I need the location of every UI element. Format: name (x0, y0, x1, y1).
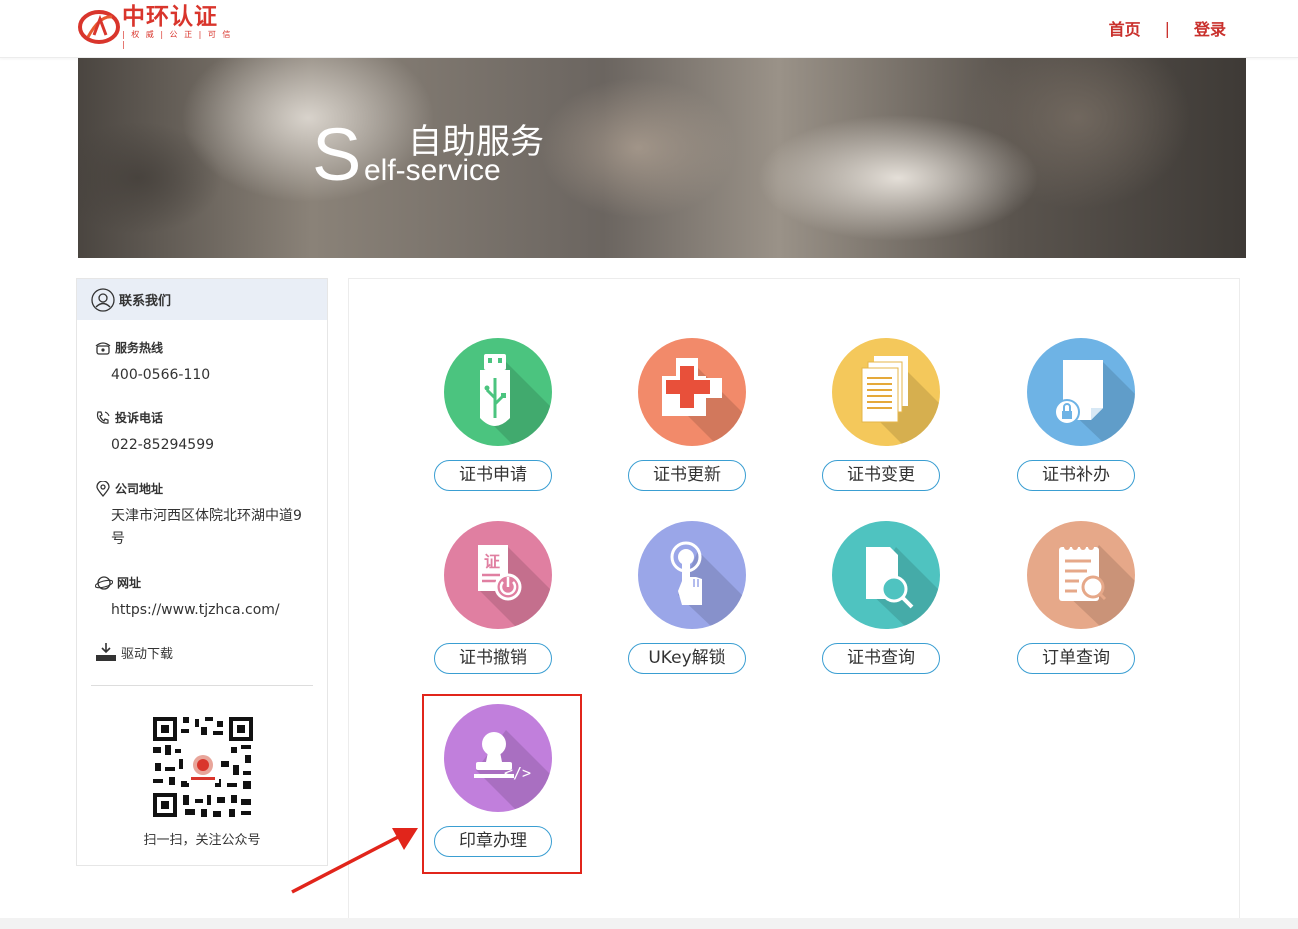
contact-sidebar: 联系我们 服务热线 400-0566-110 投诉电话 022-85294599 (76, 278, 328, 866)
cert-renew-button[interactable]: 证书更新 (628, 460, 746, 491)
cert-change-button[interactable]: 证书变更 (822, 460, 940, 491)
service-cert-apply[interactable]: 证书申请 (420, 338, 560, 508)
sidebar-title: 联系我们 (119, 294, 172, 309)
cert-apply-button[interactable]: 证书申请 (434, 460, 552, 491)
cert-revoke-icon[interactable]: 证 (444, 521, 552, 629)
documents-icon[interactable] (832, 338, 940, 446)
cert-query-button[interactable]: 证书查询 (822, 643, 940, 674)
nav-home-link[interactable]: 首页 (1109, 16, 1141, 40)
top-nav: 首页 | 登录 (1109, 16, 1226, 40)
locked-document-icon[interactable] (1027, 338, 1135, 446)
driver-download-label: 驱动下载 (121, 646, 174, 662)
complaint-value: 022-85294599 (111, 437, 215, 453)
call-icon (96, 410, 110, 424)
order-query-button[interactable]: 订单查询 (1017, 643, 1135, 674)
ukey-unlock-button[interactable]: UKey解锁 (628, 643, 746, 674)
cert-renew-icon[interactable] (638, 338, 746, 446)
nav-login-link[interactable]: 登录 (1194, 16, 1226, 40)
phone-icon (95, 341, 111, 355)
banner-title-s: S (312, 113, 362, 196)
document-search-icon[interactable] (832, 521, 940, 629)
location-icon (96, 480, 110, 497)
wechat-qr-code (151, 715, 255, 819)
driver-download-link[interactable]: 驱动下载 (95, 642, 173, 662)
complaint-block: 投诉电话 022-85294599 (95, 409, 311, 457)
address-block: 公司地址 天津市河西区体院北环湖中道9号 (95, 480, 311, 551)
hotline-value: 400-0566-110 (111, 367, 211, 383)
service-order-query[interactable]: 订单查询 (1003, 521, 1143, 691)
customer-service-icon (91, 287, 115, 312)
logo-name: 中环认证 (122, 4, 218, 30)
cert-revoke-button[interactable]: 证书撤销 (434, 643, 552, 674)
cert-reissue-button[interactable]: 证书补办 (1017, 460, 1135, 491)
globe-icon (95, 575, 113, 590)
company-logo[interactable]: 中环认证 | 权 威 | 公 正 | 可 信 | (78, 4, 238, 49)
sidebar-header: 联系我们 (77, 279, 327, 320)
address-label: 公司地址 (115, 482, 164, 496)
website-link[interactable]: https://www.tjzhca.com/ (111, 599, 311, 622)
footer-strip (0, 918, 1298, 929)
website-block: 网址 https://www.tjzhca.com/ (95, 574, 311, 622)
address-value: 天津市河西区体院北环湖中道9号 (111, 508, 302, 547)
service-cert-query[interactable]: 证书查询 (808, 521, 948, 691)
download-icon (96, 643, 116, 661)
banner-title-en: elf-service (364, 154, 501, 187)
complaint-label: 投诉电话 (115, 411, 164, 425)
svg-text:证: 证 (484, 552, 500, 571)
highlight-box (422, 694, 582, 874)
website-label: 网址 (117, 576, 142, 590)
logo-slogan: | 权 威 | 公 正 | 可 信 | (122, 30, 233, 49)
touch-unlock-icon[interactable] (638, 521, 746, 629)
service-cert-reissue[interactable]: 证书补办 (1003, 338, 1143, 508)
service-ukey-unlock[interactable]: UKey解锁 (614, 521, 754, 691)
nav-separator: | (1164, 18, 1170, 38)
service-cert-renew[interactable]: 证书更新 (614, 338, 754, 508)
service-cert-change[interactable]: 证书变更 (808, 338, 948, 508)
sidebar-divider (91, 685, 313, 686)
top-navigation-bar: 中环认证 | 权 威 | 公 正 | 可 信 | 首页 | 登录 (0, 0, 1298, 58)
hotline-block: 服务热线 400-0566-110 (95, 339, 311, 387)
logo-icon (78, 7, 122, 47)
self-service-banner: S 自助服务 elf-service (78, 58, 1246, 258)
service-cert-revoke[interactable]: 证 证书撤销 (420, 521, 560, 691)
annotation-arrow-icon (291, 828, 418, 894)
usb-key-icon[interactable] (444, 338, 552, 446)
hotline-label: 服务热线 (115, 341, 164, 355)
order-search-icon[interactable] (1027, 521, 1135, 629)
